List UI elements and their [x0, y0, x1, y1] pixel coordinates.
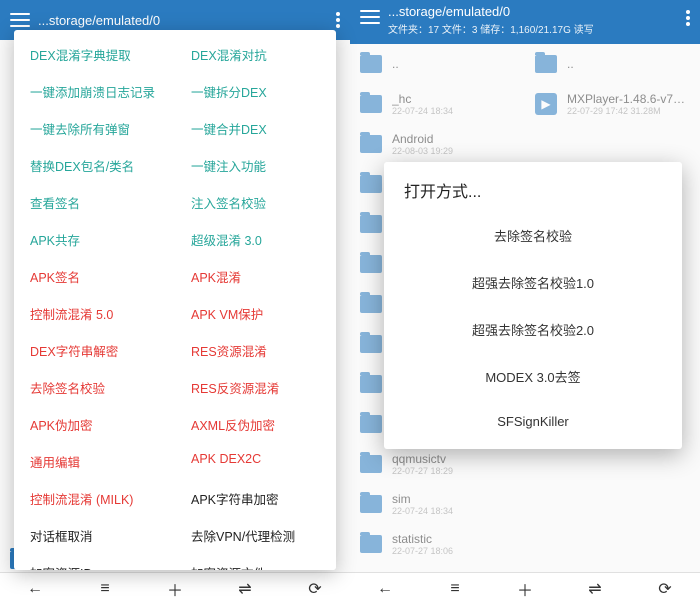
menu-item[interactable]: 替换DEX包名/类名: [14, 147, 175, 184]
add-icon[interactable]: ＋: [515, 579, 535, 599]
folder-icon: [360, 335, 382, 353]
add-icon[interactable]: ＋: [165, 579, 185, 599]
hamburger-icon[interactable]: [360, 10, 380, 24]
menu-item[interactable]: 通用编辑: [14, 443, 175, 480]
menu-item[interactable]: APK DEX2C: [175, 443, 336, 480]
swap-icon[interactable]: ⇌: [585, 579, 605, 599]
dialog-item[interactable]: SFSignKiller: [384, 400, 682, 443]
right-appbar-subtitle: 文件夹：17 文件：3 储存：1,160/21.17G 读写: [388, 21, 686, 36]
right-bottombar: ← ≡ ＋ ⇌ ⟳: [350, 572, 700, 604]
menu-item[interactable]: 查看签名: [14, 184, 175, 221]
folder-icon: [360, 175, 382, 193]
refresh-icon[interactable]: ⟳: [305, 579, 325, 599]
folder-icon: [360, 495, 382, 513]
folder-icon: [360, 95, 382, 113]
menu-item[interactable]: APK混淆: [175, 258, 336, 295]
file-date: 22-07-27 18:06: [392, 546, 453, 556]
file-date: 22-07-27 18:29: [392, 466, 453, 476]
swap-icon[interactable]: ⇌: [235, 579, 255, 599]
list-item[interactable]: ..: [525, 44, 700, 84]
menu-item[interactable]: 控制流混淆 5.0: [14, 295, 175, 332]
left-screen: ...storage/emulated/0 22-07-27 18:06 DEX…: [0, 0, 350, 604]
menu-item[interactable]: 去除VPN/代理检测: [175, 517, 336, 554]
file-name: ..: [392, 57, 399, 71]
file-name: sim: [392, 492, 453, 506]
right-appbar: ...storage/emulated/0 文件夹：17 文件：3 储存：1,1…: [350, 0, 700, 44]
menu-item[interactable]: 注入签名校验: [175, 184, 336, 221]
file-date: 22-07-29 17:42 31.28M: [567, 106, 690, 116]
menu-item[interactable]: APK共存: [14, 221, 175, 258]
list-icon[interactable]: ≡: [445, 579, 465, 599]
menu-item[interactable]: 一键添加崩溃日志记录: [14, 73, 175, 110]
menu-item[interactable]: 去除签名校验: [14, 369, 175, 406]
folder-icon: [535, 55, 557, 73]
context-menu: DEX混淆字典提取DEX混淆对抗一键添加崩溃日志记录一键拆分DEX一键去除所有弹…: [14, 30, 336, 570]
file-name: MXPlayer-1.48.6-v7a-Box-OsitKP.CN.apk: [567, 92, 690, 106]
menu-item[interactable]: 一键注入功能: [175, 147, 336, 184]
dialog-item[interactable]: 去除签名校验: [384, 212, 682, 259]
menu-item[interactable]: APK签名: [14, 258, 175, 295]
menu-item[interactable]: 超级混淆 3.0: [175, 221, 336, 258]
folder-icon: [360, 295, 382, 313]
menu-item[interactable]: APK字符串加密: [175, 480, 336, 517]
menu-item[interactable]: 加密资源ID: [14, 554, 175, 570]
right-screen: ...storage/emulated/0 文件夹：17 文件：3 储存：1,1…: [350, 0, 700, 604]
list-item[interactable]: ..: [350, 44, 525, 84]
list-item[interactable]: sim22-07-24 18:34: [350, 484, 525, 524]
menu-item[interactable]: DEX混淆字典提取: [14, 36, 175, 73]
menu-item[interactable]: 控制流混淆 (MILK): [14, 480, 175, 517]
folder-icon: [360, 215, 382, 233]
menu-item[interactable]: RES资源混淆: [175, 332, 336, 369]
menu-item[interactable]: 一键合并DEX: [175, 110, 336, 147]
list-item[interactable]: Subtitles22-07-27 10:28: [350, 564, 525, 572]
list-item[interactable]: statistic22-07-27 18:06: [350, 524, 525, 564]
list-item[interactable]: Android22-08-03 19:29: [350, 124, 525, 164]
file-name: qqmusictv: [392, 452, 453, 466]
folder-icon: [360, 535, 382, 553]
back-icon[interactable]: ←: [375, 579, 395, 599]
list-item[interactable]: qqmusictv22-07-27 18:29: [350, 444, 525, 484]
file-name: statistic: [392, 532, 453, 546]
file-name: ..: [567, 57, 574, 71]
file-date: 22-07-24 18:34: [392, 506, 453, 516]
list-item[interactable]: MXPlayer-1.48.6-v7a-Box-OsitKP.CN.apk22-…: [525, 84, 700, 124]
file-name: Android: [392, 132, 453, 146]
menu-item[interactable]: DEX字符串解密: [14, 332, 175, 369]
folder-icon: [360, 55, 382, 73]
folder-icon: [360, 455, 382, 473]
folder-icon: [360, 375, 382, 393]
dialog-title: 打开方式...: [384, 178, 682, 212]
right-appbar-title: ...storage/emulated/0: [388, 4, 686, 19]
list-item[interactable]: _hc22-07-24 18:34: [350, 84, 525, 124]
folder-icon: [360, 135, 382, 153]
menu-item[interactable]: APK VM保护: [175, 295, 336, 332]
menu-item[interactable]: APK伪加密: [14, 406, 175, 443]
dialog-item[interactable]: 超强去除签名校验2.0: [384, 306, 682, 353]
file-name: _hc: [392, 92, 453, 106]
folder-icon: [360, 255, 382, 273]
left-bottombar: ← ≡ ＋ ⇌ ⟳: [0, 572, 350, 604]
refresh-icon[interactable]: ⟳: [655, 579, 675, 599]
menu-item[interactable]: 一键拆分DEX: [175, 73, 336, 110]
overflow-icon[interactable]: [336, 12, 340, 28]
back-icon[interactable]: ←: [25, 579, 45, 599]
menu-item[interactable]: RES反资源混淆: [175, 369, 336, 406]
hamburger-icon[interactable]: [10, 13, 30, 27]
left-appbar-title: ...storage/emulated/0: [38, 13, 336, 28]
menu-item[interactable]: DEX混淆对抗: [175, 36, 336, 73]
menu-item[interactable]: 对话框取消: [14, 517, 175, 554]
menu-item[interactable]: 一键去除所有弹窗: [14, 110, 175, 147]
file-date: 22-07-24 18:34: [392, 106, 453, 116]
folder-icon: [360, 415, 382, 433]
file-date: 22-08-03 19:29: [392, 146, 453, 156]
menu-item[interactable]: 加密资源文件: [175, 554, 336, 570]
menu-item[interactable]: AXML反伪加密: [175, 406, 336, 443]
overflow-icon[interactable]: [686, 10, 690, 26]
dialog-item[interactable]: 超强去除签名校验1.0: [384, 259, 682, 306]
open-with-dialog: 打开方式... 去除签名校验超强去除签名校验1.0超强去除签名校验2.0MODE…: [384, 162, 682, 449]
apk-icon: [535, 93, 557, 115]
list-icon[interactable]: ≡: [95, 579, 115, 599]
dialog-item[interactable]: MODEX 3.0去签: [384, 353, 682, 400]
